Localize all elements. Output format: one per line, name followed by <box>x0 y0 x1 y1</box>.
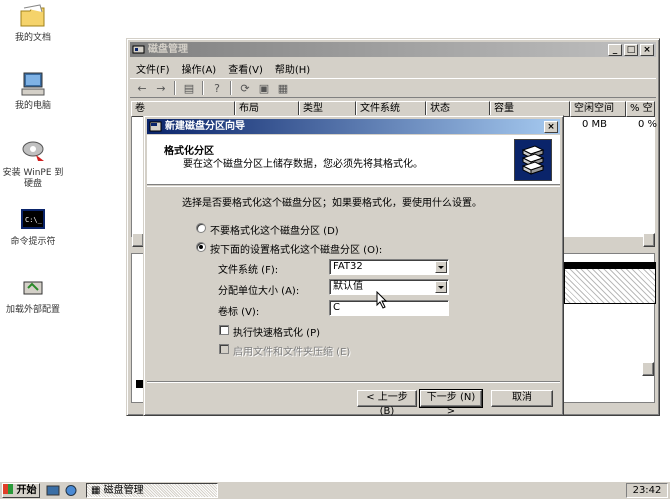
wizard-header: 格式化分区 要在这个磁盘分区上储存数据，您必须先将其格式化。 <box>147 135 560 185</box>
disk-management-icon: ▦ <box>91 485 101 496</box>
clock: 23:42 <box>626 483 668 498</box>
desktop-icon-label: 我的文档 <box>14 33 51 43</box>
percent-free-value: 0 % <box>638 119 658 130</box>
disk-management-icon <box>132 43 145 56</box>
free-space-value: 0 MB <box>582 119 608 130</box>
taskbar-item-label: 磁盘管理 <box>103 485 144 496</box>
filesystem-value: FAT32 <box>333 261 363 272</box>
volume-label-input[interactable]: C <box>329 300 449 316</box>
quick-format-label[interactable]: 执行快速格式化 (P) <box>233 324 320 339</box>
wizard-titlebar[interactable]: 新建磁盘分区向导 × <box>147 119 560 134</box>
radio-format[interactable] <box>196 242 206 252</box>
refresh-icon[interactable]: ⟳ <box>237 80 253 96</box>
svg-text:C:\_: C:\_ <box>25 216 43 224</box>
desktop-icon-load-ext-config[interactable]: 加载外部配置 <box>0 274 66 316</box>
toolbar-separator <box>202 81 204 95</box>
computer-icon <box>18 70 48 98</box>
filesystem-select[interactable]: FAT32 <box>329 259 449 275</box>
scroll-down-button[interactable] <box>642 362 654 376</box>
window-title: 磁盘管理 <box>148 44 188 55</box>
wizard-question: 选择是否要格式化这个磁盘分区；如果要格式化，要使用什么设置。 <box>182 198 482 209</box>
taskbar-item-disk-management[interactable]: ▦ 磁盘管理 <box>86 483 218 498</box>
compression-checkbox <box>219 344 229 354</box>
volume-label-value: C <box>333 302 340 313</box>
quick-format-checkbox[interactable] <box>219 325 229 335</box>
taskbar: 开始 ▦ 磁盘管理 23:42 <box>0 481 670 499</box>
minimize-button[interactable]: _ <box>608 44 622 56</box>
start-button[interactable]: 开始 <box>2 483 40 498</box>
radio-no-format[interactable] <box>196 223 206 233</box>
desktop-icon-label: 命令提示符 <box>10 237 56 247</box>
scroll-right-button[interactable] <box>643 233 655 247</box>
volume-label-label: 卷标 (V): <box>218 307 260 318</box>
next-button[interactable]: 下一步 (N) > <box>419 389 483 417</box>
menu-view[interactable]: 查看(V) <box>222 61 269 76</box>
header-divider <box>147 186 560 187</box>
help-icon[interactable]: ? <box>209 80 225 96</box>
allocation-select[interactable]: 默认值 <box>329 279 449 295</box>
disk-stack-icon <box>514 139 552 181</box>
toolbar-separator <box>174 81 176 95</box>
maximize-button[interactable]: □ <box>624 44 638 56</box>
compression-label: 启用文件和文件夹压缩 (E) <box>233 347 351 358</box>
back-button[interactable]: < 上一步 (B) <box>357 390 417 417</box>
wizard-icon <box>149 120 162 133</box>
wizard-close-button[interactable]: × <box>544 121 558 133</box>
forward-arrow-icon[interactable]: → <box>153 80 169 96</box>
close-button[interactable]: × <box>640 44 654 56</box>
browser-icon[interactable] <box>64 484 78 497</box>
desktop-icon-my-computer[interactable]: 我的电脑 <box>0 70 66 112</box>
toolbar: ← → ▤ ? ⟳ ▣ ▦ <box>130 78 656 98</box>
desktop-icon-label: 我的电脑 <box>14 101 51 111</box>
footer-divider <box>147 381 560 383</box>
windows-logo-icon <box>3 484 13 494</box>
dropdown-arrow-icon[interactable] <box>435 261 447 273</box>
desktop-icon-install-winpe[interactable]: 安装 WinPE 到 硬盘 <box>0 137 66 190</box>
filesystem-label: 文件系统 (F): <box>218 265 279 276</box>
mouse-cursor-icon <box>376 290 388 312</box>
desktop-icon-my-documents[interactable]: 我的文档 <box>0 2 66 44</box>
cancel-button[interactable]: 取消 <box>491 390 553 407</box>
radio-no-format-label[interactable]: 不要格式化这个磁盘分区 (D) <box>210 222 339 237</box>
folder-icon <box>18 2 48 30</box>
allocation-label: 分配单位大小 (A): <box>218 286 300 297</box>
menu-file[interactable]: 文件(F) <box>130 61 176 76</box>
new-partition-wizard: 新建磁盘分区向导 × 格式化分区 要在这个磁盘分区上储存数据，您必须先将其格式化… <box>143 115 564 417</box>
allocation-value: 默认值 <box>333 281 363 292</box>
plugin-icon <box>18 274 48 302</box>
settings-icon[interactable]: ▦ <box>275 80 291 96</box>
desktop-icon-label: 加载外部配置 <box>5 305 60 315</box>
toolbar-separator <box>230 81 232 95</box>
column-percent-free[interactable]: % 空 <box>626 101 655 117</box>
wizard-header-subtitle: 要在这个磁盘分区上储存数据，您必须先将其格式化。 <box>183 159 423 170</box>
window-titlebar[interactable]: 磁盘管理 _ □ × <box>130 42 656 57</box>
partition-block[interactable] <box>564 262 656 304</box>
console-tree-icon[interactable]: ▤ <box>181 80 197 96</box>
dropdown-arrow-icon[interactable] <box>435 281 447 293</box>
hard-drive-install-icon <box>18 137 48 165</box>
command-prompt-icon: C:\_ <box>18 206 48 234</box>
menu-help[interactable]: 帮助(H) <box>269 61 316 76</box>
menu-bar: 文件(F) 操作(A) 查看(V) 帮助(H) <box>130 59 656 77</box>
wizard-title: 新建磁盘分区向导 <box>165 121 245 132</box>
show-desktop-icon[interactable] <box>46 484 60 497</box>
menu-action[interactable]: 操作(A) <box>176 61 223 76</box>
desktop-icon-cmd-prompt[interactable]: C:\_ 命令提示符 <box>0 206 66 248</box>
start-label: 开始 <box>16 485 37 496</box>
radio-format-label[interactable]: 按下面的设置格式化这个磁盘分区 (O): <box>210 241 382 256</box>
desktop-icon-label: 安装 WinPE 到 硬盘 <box>2 168 64 189</box>
column-free-space[interactable]: 空闲空间 <box>570 101 626 117</box>
properties-icon[interactable]: ▣ <box>256 80 272 96</box>
back-arrow-icon[interactable]: ← <box>134 80 150 96</box>
